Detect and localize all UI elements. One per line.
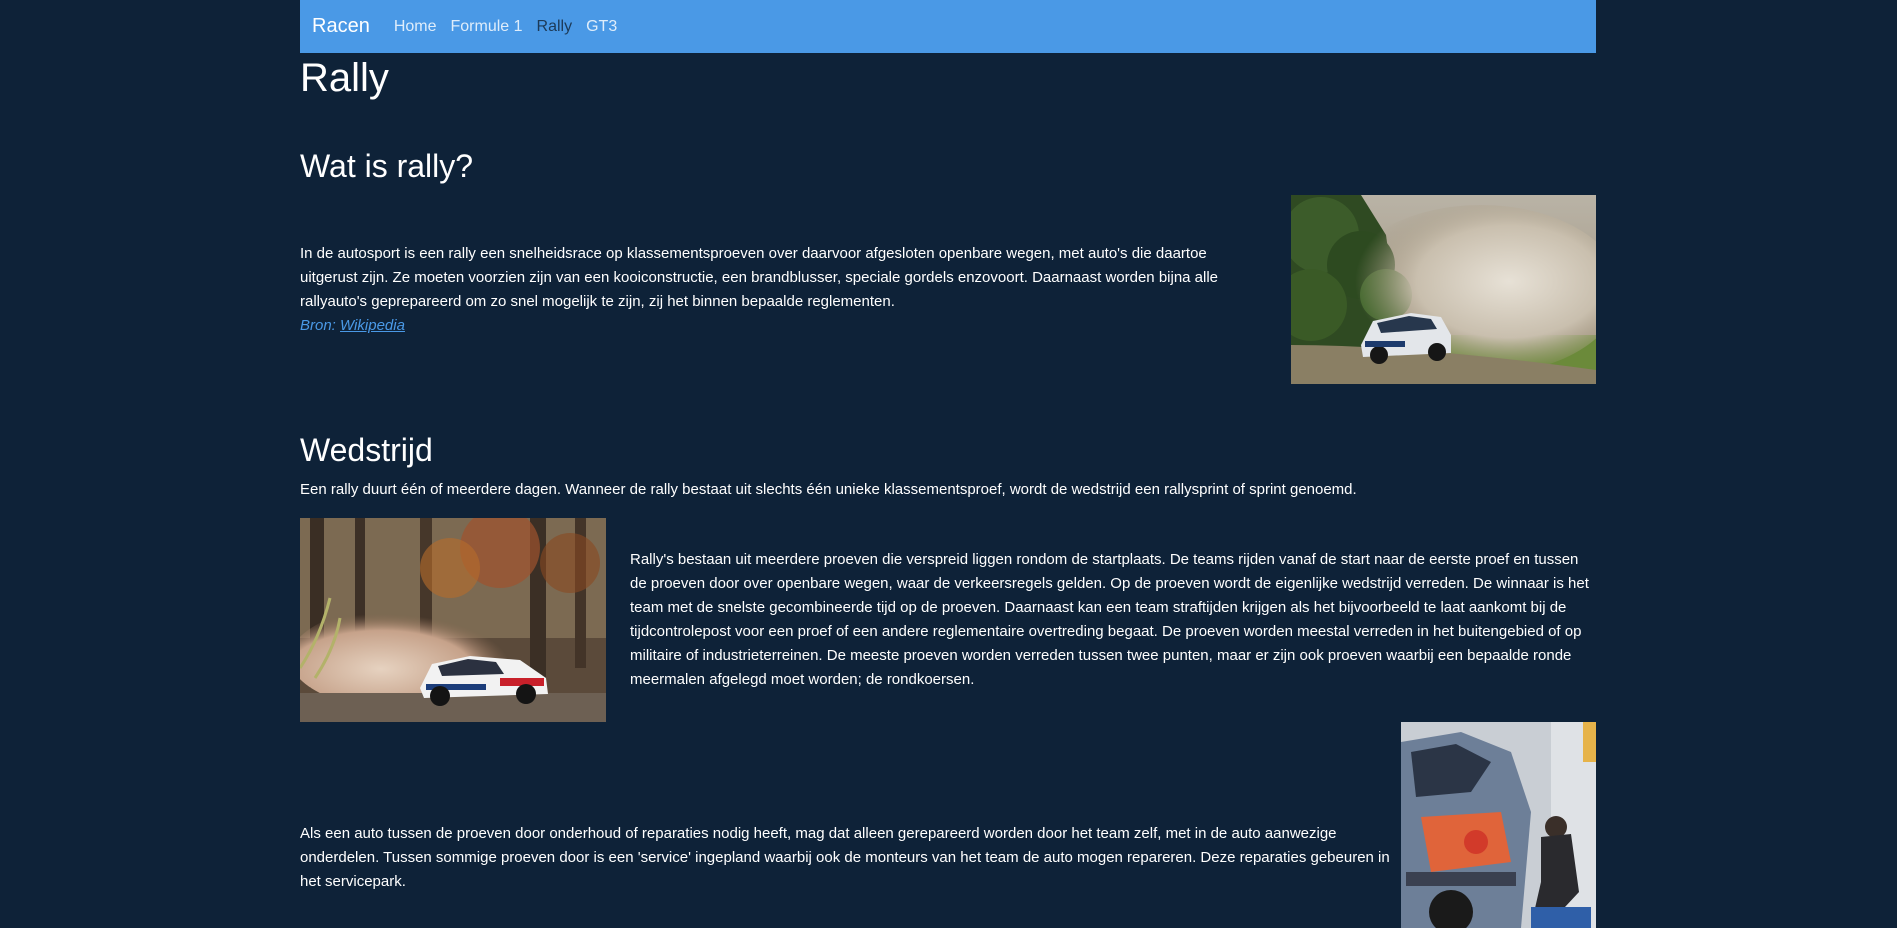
wedstrijd-intro: Een rally duurt één of meerdere dagen. W… [300, 481, 1357, 498]
rally-car-forest-image [300, 518, 606, 722]
wikipedia-link[interactable]: Wikipedia [340, 317, 405, 334]
nav-link-formule-1[interactable]: Formule 1 [451, 18, 523, 36]
wedstrijd-paragraph-1: Rally's bestaan uit meerdere proeven die… [630, 551, 1589, 688]
section-heading-wedstrijd: Wedstrijd [300, 432, 433, 468]
nav-link-rally[interactable]: Rally [537, 18, 573, 36]
rally-car-dust-image [1291, 195, 1596, 384]
rally-car-forest-illustration [300, 518, 606, 722]
navbar-brand[interactable]: Racen [312, 15, 370, 38]
page-container: Racen Home Formule 1 Rally GT3 Rally Wat… [300, 0, 1596, 928]
rally-service-illustration [1401, 722, 1596, 928]
what-is-rally-paragraph: In de autosport is een rally een snelhei… [300, 245, 1219, 310]
service-car-shape [1401, 732, 1531, 928]
source-prefix: Bron: [300, 317, 341, 334]
section-heading-what-is-rally: Wat is rally? [300, 148, 474, 184]
rally-service-image [1401, 722, 1596, 928]
nav-link-home[interactable]: Home [394, 18, 437, 36]
page-title: Rally [300, 56, 389, 100]
nav-link-gt3[interactable]: GT3 [586, 18, 617, 36]
rally-car-dust-illustration [1291, 195, 1596, 384]
wedstrijd-paragraph-2: Als een auto tussen de proeven door onde… [300, 825, 1390, 890]
navbar: Racen Home Formule 1 Rally GT3 [300, 0, 1596, 53]
